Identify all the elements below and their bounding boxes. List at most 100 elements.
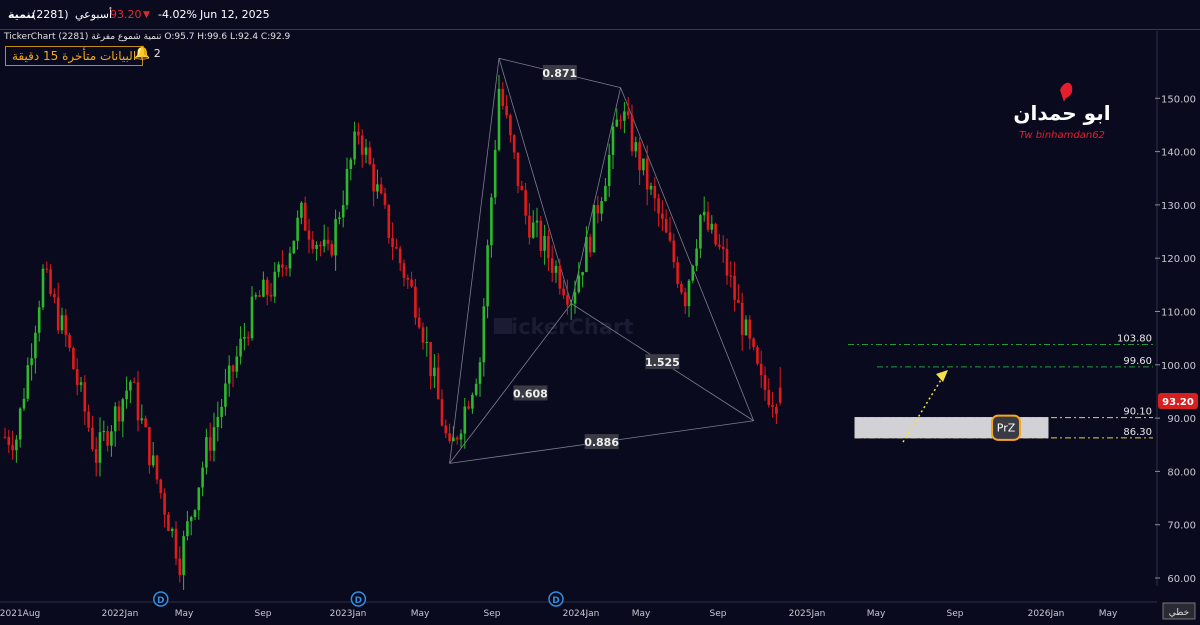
candle-down bbox=[11, 444, 14, 451]
candle-up bbox=[125, 390, 128, 400]
candle-down bbox=[410, 279, 413, 287]
candle-down bbox=[311, 239, 315, 249]
candle-up bbox=[98, 432, 102, 463]
candle-down bbox=[3, 436, 7, 438]
candle-down bbox=[414, 286, 417, 318]
candle-up bbox=[250, 296, 254, 339]
candle-down bbox=[208, 437, 212, 451]
candle-up bbox=[189, 517, 193, 522]
candle-up bbox=[110, 431, 113, 446]
dividend-marker-label: D bbox=[552, 596, 559, 606]
y-tick-label: 110.00 bbox=[1161, 308, 1196, 319]
candle-down bbox=[421, 327, 425, 343]
candle-up bbox=[623, 111, 626, 121]
candle-up bbox=[26, 365, 30, 399]
candle-up bbox=[216, 416, 220, 428]
prz-label: PrZ bbox=[997, 422, 1016, 435]
candle-up bbox=[37, 307, 41, 333]
dividend-marker-label: D bbox=[157, 596, 164, 606]
candle-up bbox=[569, 303, 573, 305]
dividend-marker-label: D bbox=[355, 596, 362, 606]
candle-down bbox=[49, 269, 52, 295]
candle-down bbox=[319, 244, 322, 247]
candle-up bbox=[459, 433, 463, 440]
candle-down bbox=[440, 399, 444, 426]
candle-up bbox=[592, 204, 596, 253]
candle-down bbox=[91, 427, 94, 450]
x-tick-label: May bbox=[175, 609, 194, 619]
candle-up bbox=[220, 406, 223, 417]
candle-down bbox=[740, 302, 744, 336]
candle-up bbox=[288, 253, 292, 269]
candle-up bbox=[486, 245, 489, 307]
candle-up bbox=[702, 211, 706, 216]
y-tick-label: 70.00 bbox=[1167, 521, 1196, 532]
candle-up bbox=[471, 394, 474, 409]
candle-down bbox=[638, 142, 641, 171]
candle-up bbox=[129, 381, 132, 391]
top-bar: تنمية (2281) أسبوعي 93.20 ▼ -4.02% Jun 1… bbox=[0, 0, 1200, 30]
candle-down bbox=[398, 248, 402, 264]
candle-down bbox=[72, 347, 75, 370]
candle-up bbox=[113, 406, 117, 432]
candle-up bbox=[277, 264, 280, 272]
candle-down bbox=[501, 88, 505, 107]
x-tick-label: May bbox=[1099, 609, 1118, 619]
y-tick-label: 120.00 bbox=[1161, 254, 1196, 265]
candle-up bbox=[744, 319, 748, 336]
level-label: 86.30 bbox=[1123, 427, 1152, 438]
candle-down bbox=[733, 275, 736, 300]
candle-down bbox=[676, 262, 679, 284]
candle-down bbox=[444, 425, 448, 434]
candle-down bbox=[117, 406, 121, 422]
candle-down bbox=[231, 365, 235, 372]
candle-up bbox=[493, 149, 497, 198]
candle-down bbox=[528, 215, 531, 238]
candle-up bbox=[201, 467, 204, 488]
last-price: 93.20 bbox=[110, 8, 142, 21]
candle-down bbox=[167, 514, 170, 531]
candle-up bbox=[254, 295, 258, 297]
candle-down bbox=[547, 235, 550, 259]
pattern-leg-cd bbox=[620, 87, 754, 421]
candle-up bbox=[296, 217, 299, 241]
candle-down bbox=[436, 367, 440, 400]
candle-down bbox=[94, 449, 98, 463]
candle-down bbox=[714, 223, 717, 245]
candles-layer bbox=[3, 75, 782, 590]
candle-down bbox=[467, 406, 470, 409]
x-tick-label: May bbox=[411, 609, 430, 619]
pattern-ratio-label: 0.886 bbox=[584, 436, 619, 449]
candle-down bbox=[178, 558, 182, 576]
down-arrow-icon: ▼ bbox=[143, 10, 150, 20]
price-change: -4.02% bbox=[158, 8, 197, 21]
overlay-layer: PrZ bbox=[854, 370, 1049, 443]
candle-up bbox=[212, 427, 216, 451]
x-tick-label: 2021Aug bbox=[0, 609, 40, 619]
alerts-button[interactable]: 🔔 2 bbox=[134, 46, 161, 66]
y-tick-label: 130.00 bbox=[1161, 201, 1196, 212]
timeframe-label[interactable]: أسبوعي bbox=[75, 8, 112, 21]
symbol-code[interactable]: (2281) bbox=[32, 8, 69, 21]
candle-down bbox=[284, 267, 288, 269]
candle-down bbox=[664, 218, 668, 233]
x-tick-label: 2026Jan bbox=[1028, 609, 1065, 619]
candle-up bbox=[573, 292, 577, 304]
candle-up bbox=[15, 439, 18, 451]
delay-notice: البيانات متأخرة 15 دقيقة bbox=[5, 46, 144, 66]
candle-down bbox=[246, 337, 250, 339]
x-tick-label: Sep bbox=[484, 609, 501, 619]
candle-up bbox=[262, 279, 265, 297]
candle-up bbox=[649, 185, 653, 190]
candle-down bbox=[455, 437, 459, 440]
candle-up bbox=[611, 126, 615, 155]
candle-down bbox=[303, 202, 307, 231]
candle-down bbox=[68, 334, 71, 348]
candle-down bbox=[402, 263, 406, 279]
candle-up bbox=[273, 271, 277, 297]
pattern-leg-xa bbox=[449, 58, 500, 464]
watermark: TickerChart bbox=[497, 315, 634, 339]
x-tick-label: Sep bbox=[947, 609, 964, 619]
candle-up bbox=[577, 275, 581, 293]
candle-up bbox=[490, 197, 493, 246]
